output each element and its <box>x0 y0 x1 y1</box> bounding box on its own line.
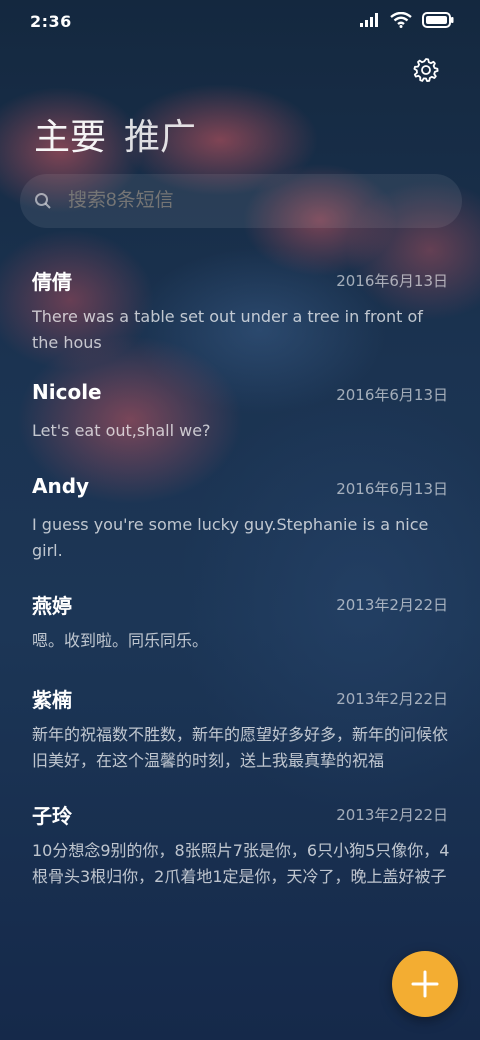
new-message-button[interactable] <box>392 951 458 1017</box>
tab-primary[interactable]: 主要 <box>34 108 106 160</box>
search-bar[interactable] <box>20 174 462 228</box>
message-preview: 嗯。收到啦。同乐同乐。 <box>32 631 209 650</box>
settings-button[interactable] <box>412 56 440 84</box>
message-date: 2016年6月13日 <box>336 272 448 290</box>
contact-name: 倩倩 <box>32 270 72 294</box>
message-date: 2016年6月13日 <box>336 480 448 498</box>
contact-name: Andy <box>32 474 90 498</box>
wifi-icon <box>390 12 412 28</box>
contact-name: 燕婷 <box>32 594 72 618</box>
search-icon <box>35 193 51 209</box>
contact-name: 子玲 <box>32 804 72 828</box>
message-date: 2013年2月22日 <box>336 690 448 708</box>
contact-name: 紫楠 <box>32 688 72 712</box>
plus-icon <box>411 970 439 998</box>
message-date: 2013年2月22日 <box>336 596 448 614</box>
message-preview: There was a table set out under a tree i… <box>32 307 423 352</box>
message-preview: 新年的祝福数不胜数，新年的愿望好多好多，新年的问候依旧美好，在这个温馨的时刻，送… <box>32 725 449 770</box>
message-date: 2013年2月22日 <box>336 806 448 824</box>
gear-icon <box>413 58 439 82</box>
status-time: 2:36 <box>30 12 72 31</box>
battery-icon <box>422 12 454 28</box>
message-preview: I guess you're some lucky guy.Stephanie … <box>32 515 429 560</box>
message-preview: 10分想念9别的你，8张照片7张是你，6只小狗5只像你，4根骨头3根归你，2爪着… <box>32 841 450 886</box>
status-bar: 2:36 <box>0 0 480 42</box>
message-date: 2016年6月13日 <box>336 386 448 404</box>
status-icons <box>360 12 454 28</box>
signal-icon <box>360 13 378 27</box>
search-input[interactable] <box>66 189 430 213</box>
contact-name: Nicole <box>32 380 102 404</box>
message-preview: Let's eat out,shall we? <box>32 421 211 440</box>
tab-promotions[interactable]: 推广 <box>124 108 196 160</box>
tab-bar: 主要 推广 <box>34 108 196 160</box>
